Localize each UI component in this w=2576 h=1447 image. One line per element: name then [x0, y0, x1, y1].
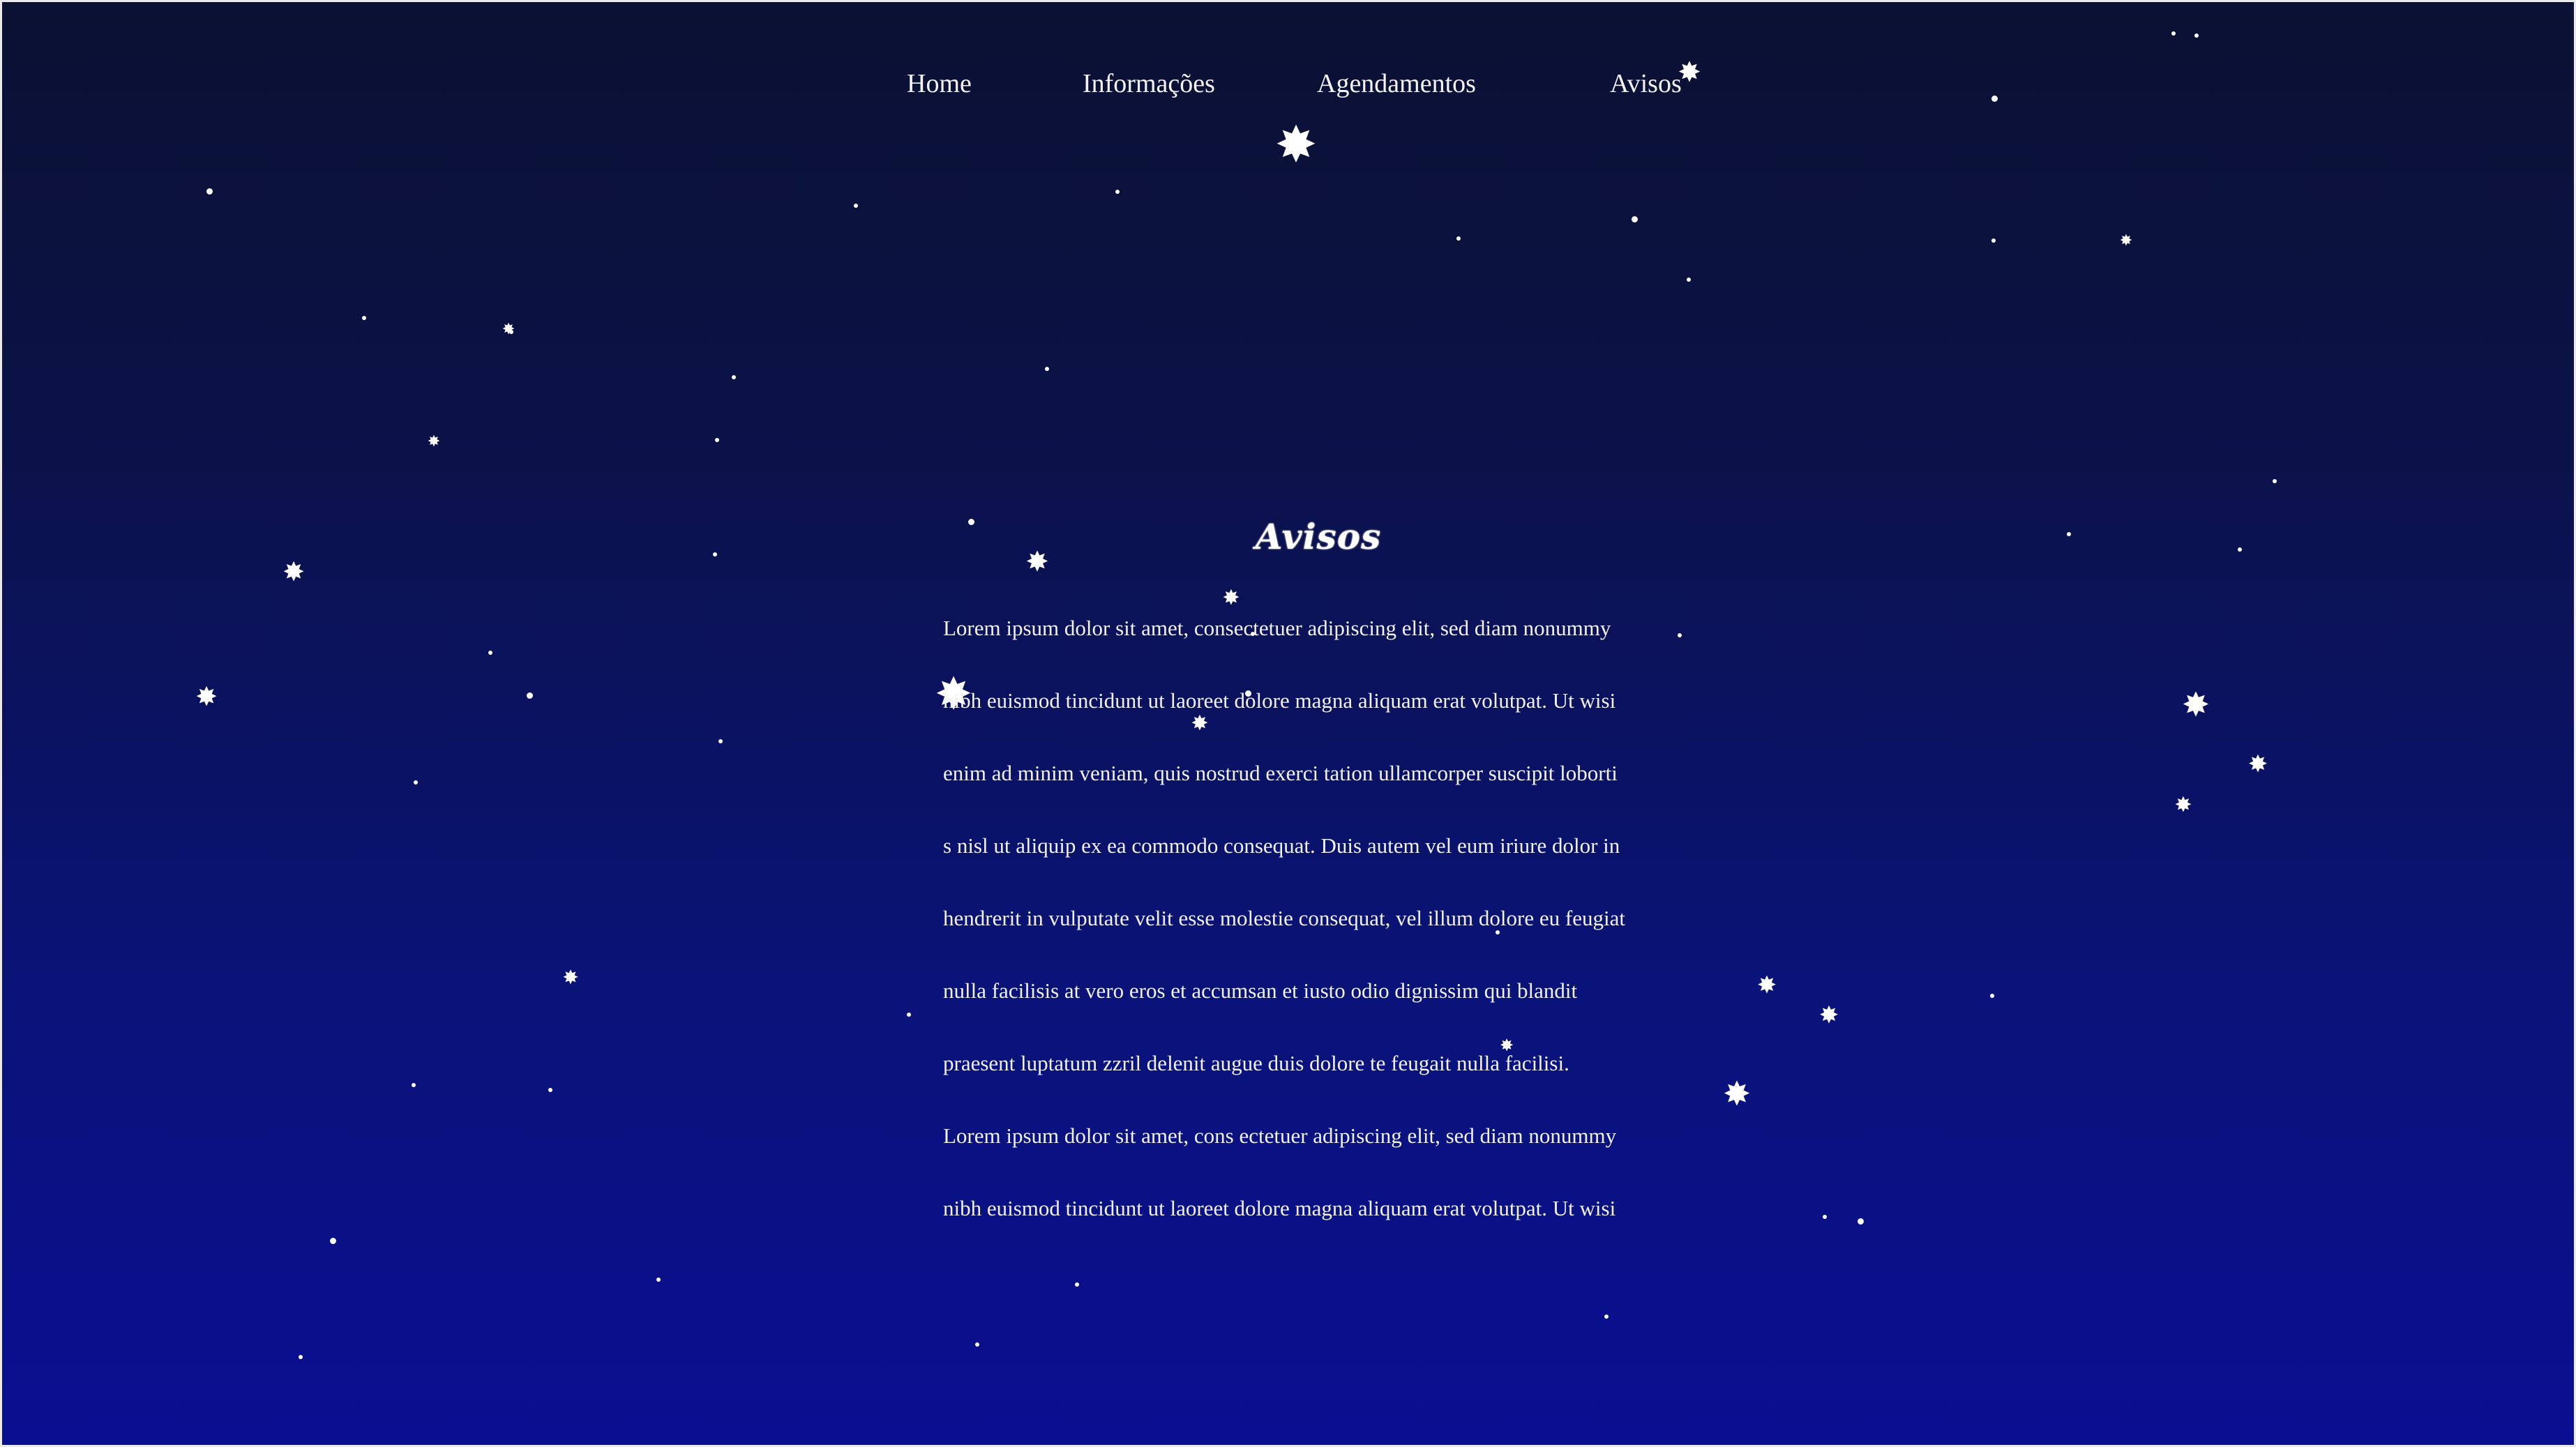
- body-line: Lorem ipsum dolor sit amet, cons ectetue…: [943, 1123, 1617, 1148]
- body-line: nibh euismod tincidunt ut laoreet dolore…: [943, 688, 1616, 713]
- body-line: praesent luptatum zzril delenit augue du…: [943, 1051, 1569, 1075]
- nav-link-informacoes[interactable]: Informações: [1083, 68, 1215, 99]
- nav-link-avisos[interactable]: Avisos: [1610, 68, 1682, 99]
- nav-link-home[interactable]: Home: [907, 68, 972, 99]
- body-line: nulla facilisis at vero eros et accumsan…: [943, 978, 1578, 1003]
- body-line: nibh euismod tincidunt ut laoreet dolore…: [943, 1196, 1616, 1220]
- nav-link-agendamentos[interactable]: Agendamentos: [1317, 68, 1476, 99]
- body-line: s nisl ut aliquip ex ea commodo consequa…: [943, 833, 1620, 858]
- main-nav: Home Informações Agendamentos Avisos: [0, 68, 2576, 110]
- avisos-body-text: Lorem ipsum dolor sit amet, consectetuer…: [935, 592, 1702, 1245]
- body-line: Lorem ipsum dolor sit amet, consectetuer…: [943, 616, 1611, 640]
- page-title: Avisos: [1255, 516, 1382, 557]
- body-line: hendrerit in vulputate velit esse molest…: [943, 906, 1625, 930]
- avisos-section: Avisos Lorem ipsum dolor sit amet, conse…: [935, 516, 1702, 1245]
- body-line: enim ad minim veniam, quis nostrud exerc…: [943, 761, 1618, 785]
